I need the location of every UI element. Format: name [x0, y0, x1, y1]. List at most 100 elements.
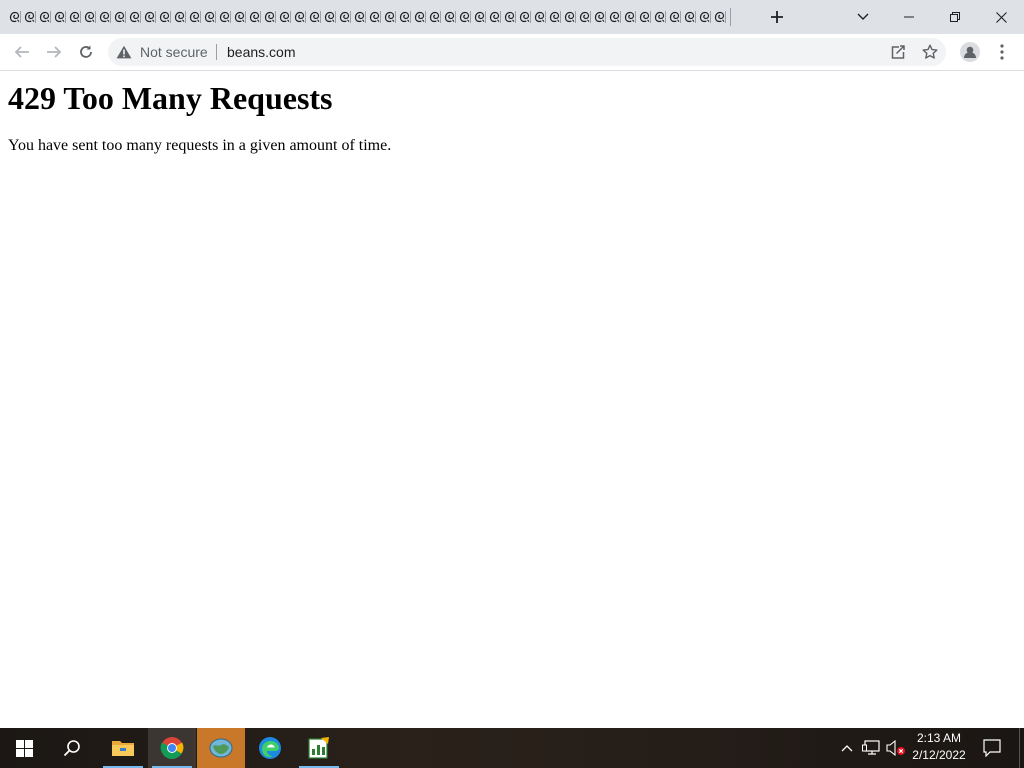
flea-favicon-icon — [579, 11, 589, 23]
volume-button[interactable] — [884, 728, 908, 768]
bookmark-button[interactable] — [918, 40, 942, 64]
notification-icon — [983, 739, 1001, 757]
browser-tab[interactable] — [606, 5, 621, 29]
browser-tab[interactable] — [96, 5, 111, 29]
browser-tab[interactable] — [321, 5, 336, 29]
browser-tab[interactable] — [456, 5, 471, 29]
browser-tab[interactable] — [351, 5, 366, 29]
browser-tab[interactable] — [396, 5, 411, 29]
browser-tab[interactable] — [366, 5, 381, 29]
flea-favicon-icon — [639, 11, 649, 23]
restore-icon — [950, 12, 960, 22]
network-button[interactable] — [860, 728, 882, 768]
browser-tab[interactable] — [216, 5, 231, 29]
flea-favicon-icon — [354, 11, 364, 23]
browser-tab[interactable] — [666, 5, 681, 29]
url-text[interactable]: beans.com — [227, 38, 295, 66]
browser-tab[interactable] — [231, 5, 246, 29]
browser-tab[interactable] — [21, 5, 36, 29]
browser-tab[interactable] — [651, 5, 666, 29]
browser-tab[interactable] — [531, 5, 546, 29]
browser-tab[interactable] — [426, 5, 441, 29]
browser-tab[interactable] — [381, 5, 396, 29]
flea-favicon-icon — [624, 11, 634, 23]
taskbar-map-app[interactable] — [197, 728, 245, 768]
tab-list — [6, 5, 730, 29]
taskbar-google-chrome[interactable] — [148, 728, 196, 768]
browser-tab[interactable] — [6, 5, 21, 29]
browser-tab[interactable] — [261, 5, 276, 29]
browser-tab[interactable] — [36, 5, 51, 29]
browser-tab[interactable] — [486, 5, 501, 29]
flea-favicon-icon — [474, 11, 484, 23]
flea-favicon-icon — [549, 11, 559, 23]
browser-tab[interactable] — [696, 5, 711, 29]
error-message: You have sent too many requests in a giv… — [8, 137, 392, 154]
browser-tab[interactable] — [171, 5, 186, 29]
profile-button[interactable] — [954, 36, 986, 68]
show-hidden-icons-button[interactable] — [838, 728, 856, 768]
flea-favicon-icon — [69, 11, 79, 23]
reload-button[interactable] — [70, 36, 102, 68]
browser-tab[interactable] — [276, 5, 291, 29]
browser-tab[interactable] — [591, 5, 606, 29]
flea-favicon-icon — [294, 11, 304, 23]
browser-tab[interactable] — [471, 5, 486, 29]
browser-tab[interactable] — [111, 5, 126, 29]
flea-favicon-icon — [594, 11, 604, 23]
browser-tab[interactable] — [291, 5, 306, 29]
browser-tab[interactable] — [201, 5, 216, 29]
action-center-button[interactable] — [976, 728, 1008, 768]
site-info-chip[interactable]: Not secure — [116, 38, 208, 66]
clock-time: 2:13 AM — [916, 731, 962, 745]
browser-tab[interactable] — [501, 5, 516, 29]
browser-tab[interactable] — [576, 5, 591, 29]
browser-tab[interactable] — [336, 5, 351, 29]
share-button[interactable] — [886, 40, 910, 64]
taskbar-clock[interactable]: 2:13 AM 2/12/2022 — [906, 730, 972, 766]
page-content: 429 Too Many Requests You have sent too … — [0, 71, 1024, 728]
taskbar: 2:13 AM 2/12/2022 — [0, 728, 1024, 768]
show-desktop-button[interactable] — [1019, 728, 1024, 768]
browser-tab[interactable] — [306, 5, 321, 29]
start-button[interactable] — [0, 728, 48, 768]
taskbar-microsoft-edge[interactable] — [246, 728, 294, 768]
page-title: 429 Too Many Requests — [8, 80, 333, 116]
menu-button[interactable] — [986, 36, 1018, 68]
browser-tab[interactable] — [636, 5, 651, 29]
browser-tab[interactable] — [66, 5, 81, 29]
new-tab-button[interactable] — [764, 0, 790, 34]
tab-search-button[interactable] — [850, 0, 876, 34]
browser-tab[interactable] — [51, 5, 66, 29]
browser-tab[interactable] — [411, 5, 426, 29]
tab-strip — [0, 0, 1024, 34]
forward-button[interactable] — [38, 36, 70, 68]
browser-tab[interactable] — [441, 5, 456, 29]
flea-favicon-icon — [414, 11, 424, 23]
browser-tab[interactable] — [126, 5, 141, 29]
taskbar-file-explorer[interactable] — [99, 728, 147, 768]
browser-tab[interactable] — [186, 5, 201, 29]
browser-tab[interactable] — [156, 5, 171, 29]
browser-tab[interactable] — [546, 5, 561, 29]
flea-favicon-icon — [39, 11, 49, 23]
browser-tab[interactable] — [81, 5, 96, 29]
back-button[interactable] — [6, 36, 38, 68]
restore-button[interactable] — [932, 0, 978, 34]
browser-tab[interactable] — [516, 5, 531, 29]
browser-tab[interactable] — [711, 5, 726, 29]
address-bar[interactable]: Not secure beans.com — [108, 38, 946, 66]
browser-tab[interactable] — [681, 5, 696, 29]
edge-icon — [259, 737, 281, 759]
search-button[interactable] — [48, 728, 96, 768]
close-window-button[interactable] — [978, 0, 1024, 34]
flea-favicon-icon — [534, 11, 544, 23]
flea-favicon-icon — [459, 11, 469, 23]
browser-tab[interactable] — [621, 5, 636, 29]
browser-tab[interactable] — [246, 5, 261, 29]
browser-tab[interactable] — [561, 5, 576, 29]
browser-tab[interactable] — [141, 5, 156, 29]
flea-favicon-icon — [9, 11, 19, 23]
minimize-button[interactable] — [886, 0, 932, 34]
taskbar-chart-app[interactable] — [295, 728, 343, 768]
